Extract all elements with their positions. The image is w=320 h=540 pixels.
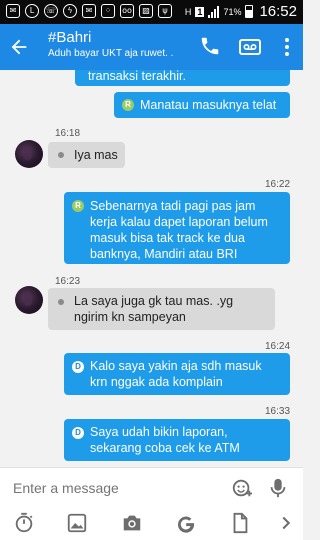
file-icon[interactable] [229, 512, 251, 534]
message-line: krn nggak ada komplain [90, 375, 223, 389]
emoji-add-icon[interactable] [231, 477, 253, 499]
notification-icons: ✉ L ☏ ϟ ✉ ⁘ oo ▨ ψ [6, 4, 172, 18]
message-line: sekarang coba cek ke ATM [90, 441, 240, 455]
sim-label: 1 [195, 6, 205, 17]
delivered-status-badge: D [72, 361, 84, 373]
more-options-icon[interactable] [275, 35, 299, 59]
blackberry-icon: ⁘ [101, 4, 115, 18]
message-text: Sebenarnya tadi pagi pas jam kerja kalau… [90, 198, 286, 262]
message-text: Kalo saya yakin aja sdh masuk krn nggak … [90, 358, 286, 390]
camera-icon[interactable] [121, 512, 143, 534]
network-type-label: H [184, 6, 192, 17]
message-input[interactable] [0, 468, 220, 508]
read-status-badge: R [122, 99, 134, 111]
message-time: 16:18 [55, 128, 81, 139]
status-bar: ✉ L ☏ ϟ ✉ ⁘ oo ▨ ψ H 1 71% 16:52 [0, 0, 303, 24]
microphone-icon[interactable] [268, 477, 290, 499]
message-line: Saya udah bikin laporan, [90, 425, 228, 439]
outgoing-message[interactable]: D Kalo saya yakin aja sdh masuk krn ngga… [64, 353, 290, 395]
sender-dot-icon [58, 299, 64, 305]
message-line: banknya, Mandiri atau BRI [90, 247, 238, 261]
outgoing-message[interactable]: D Saya udah bikin laporan, sekarang coba… [64, 419, 290, 461]
incoming-message[interactable]: Iya mas [48, 142, 125, 168]
messenger-icon: ϟ [63, 4, 77, 18]
message-list[interactable]: transaksi terakhir. R Manatau masuknya t… [0, 70, 303, 467]
battery-percent: 71% [223, 6, 242, 17]
avatar[interactable] [15, 140, 43, 168]
message-line: La saya juga gk tau mas. .yg [74, 294, 234, 308]
message-line: Kalo saya yakin aja sdh masuk [90, 359, 262, 373]
image-icon: ▨ [139, 4, 153, 18]
outgoing-message[interactable]: transaksi terakhir. [75, 70, 290, 86]
mail-icon: ✉ [6, 4, 20, 18]
message-line: masuk bisa tak track ke dua [90, 231, 245, 245]
conversation-title: #Bahri [48, 29, 92, 46]
whatsapp-icon: ☏ [44, 4, 58, 18]
usb-icon: ψ [158, 4, 172, 18]
message-composer [0, 467, 303, 508]
status-indicators: H 1 71% 16:52 [185, 3, 297, 20]
timer-icon[interactable] [13, 512, 35, 534]
chevron-right-icon[interactable] [278, 512, 300, 534]
sender-dot-icon [58, 152, 64, 158]
message-text: Iya mas [74, 148, 118, 162]
outgoing-message[interactable]: R Sebenarnya tadi pagi pas jam kerja kal… [64, 192, 290, 264]
line-icon: L [25, 4, 39, 18]
message-time: 16:23 [55, 276, 81, 287]
read-status-badge: R [72, 200, 84, 212]
message-time: 16:24 [265, 341, 291, 352]
battery-icon [245, 5, 254, 18]
incoming-message[interactable]: La saya juga gk tau mas. .yg ngirim kn s… [48, 288, 275, 330]
phone-icon[interactable] [199, 35, 223, 59]
message-text: Saya udah bikin laporan, sekarang coba c… [90, 424, 286, 456]
conversation-subtitle: Aduh bayar UKT aja ruwet. . [48, 48, 174, 59]
message-text: Manatau masuknya telat [140, 98, 277, 112]
delivered-status-badge: D [72, 427, 84, 439]
message-line: ngirim kn sampeyan [74, 310, 186, 324]
voicemail-icon: oo [120, 4, 134, 18]
mail-icon: ✉ [82, 4, 96, 18]
gallery-icon[interactable] [66, 512, 88, 534]
message-line: Sebenarnya tadi pagi pas jam [90, 199, 256, 213]
attachment-toolbar [0, 507, 303, 540]
message-text: transaksi terakhir. [88, 70, 186, 83]
google-drive-icon[interactable] [175, 512, 197, 534]
message-time: 16:22 [265, 179, 291, 190]
message-line: kerja kalau dapet laporan belum [90, 215, 268, 229]
back-arrow-icon[interactable] [8, 36, 30, 58]
message-text: La saya juga gk tau mas. .yg ngirim kn s… [74, 293, 270, 325]
message-time: 16:33 [265, 406, 291, 417]
outgoing-message[interactable]: R Manatau masuknya telat [114, 92, 290, 118]
clock: 16:52 [259, 3, 297, 20]
app-bar: #Bahri Aduh bayar UKT aja ruwet. . [0, 24, 303, 70]
voicemail-icon[interactable] [238, 35, 262, 59]
avatar[interactable] [15, 286, 43, 314]
signal-icon [208, 5, 220, 18]
